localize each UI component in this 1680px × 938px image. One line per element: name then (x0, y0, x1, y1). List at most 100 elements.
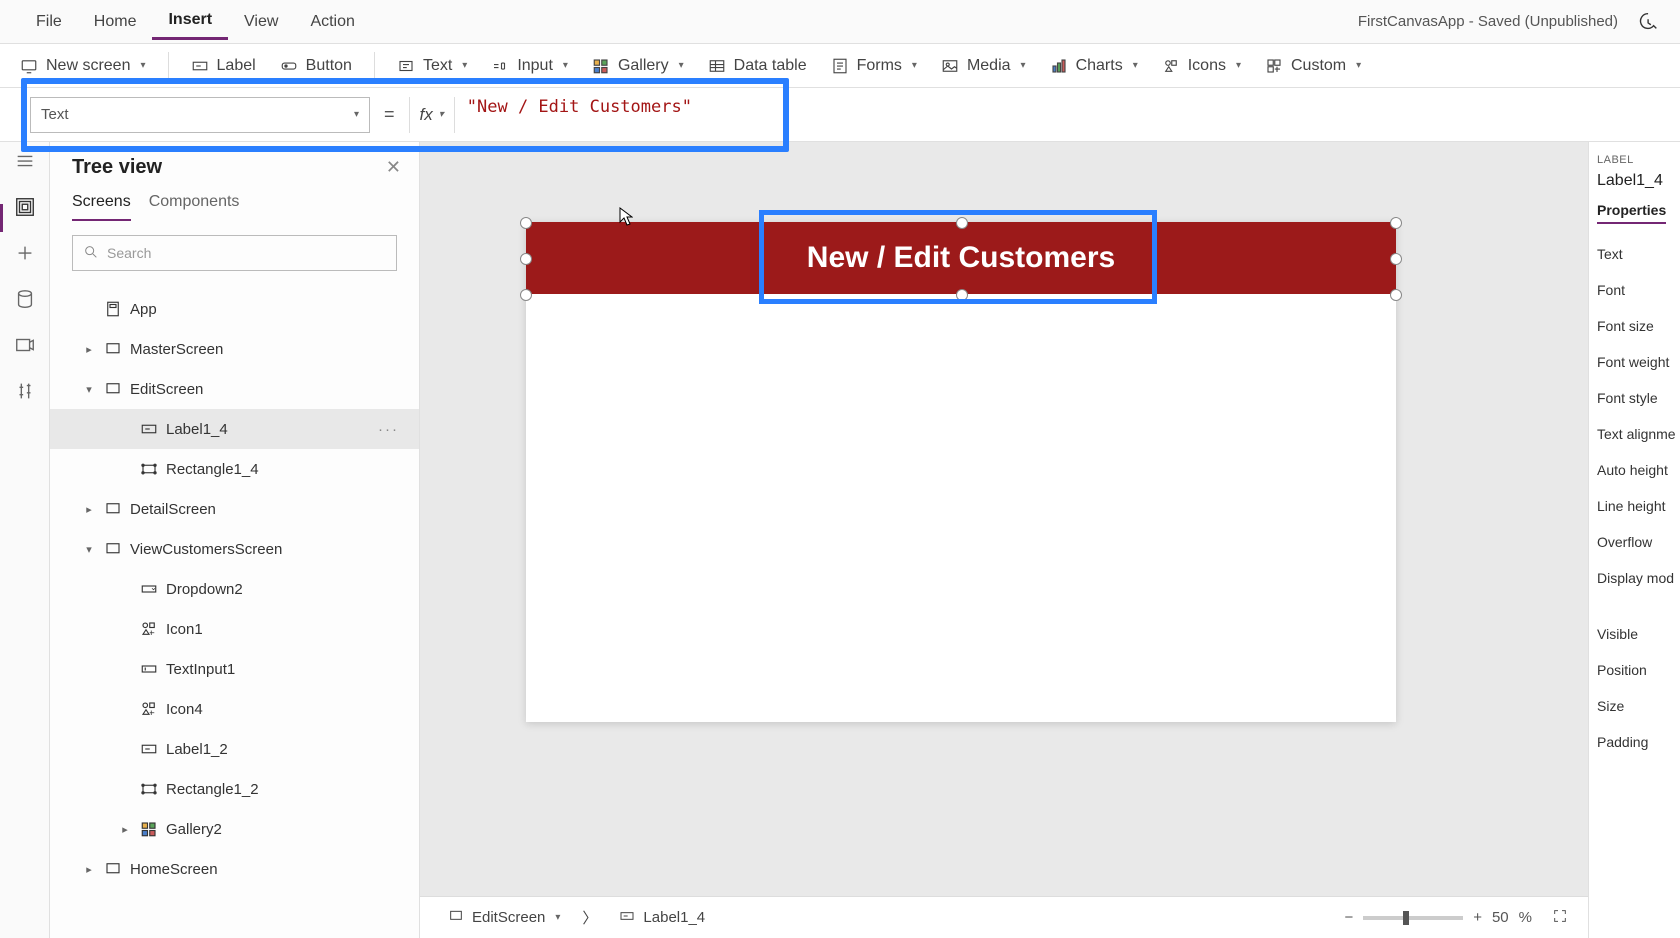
prop-overflow[interactable]: Overflow (1597, 524, 1672, 560)
insert-button-button[interactable]: Button (270, 51, 362, 81)
canvas-area: New / Edit Customers EditScreen ▾ (420, 142, 1588, 938)
tree-item-viewcustomersscreen[interactable]: ▾ ViewCustomersScreen (50, 529, 419, 569)
menu-action[interactable]: Action (294, 5, 370, 39)
insert-gallery-label: Gallery (618, 57, 669, 75)
canvas-rectangle[interactable]: New / Edit Customers (526, 222, 1396, 294)
menu-view[interactable]: View (228, 5, 294, 39)
tree-item-app[interactable]: ▸ App (50, 289, 419, 329)
tab-screens[interactable]: Screens (72, 193, 131, 221)
insert-media-label: Media (967, 57, 1011, 75)
tree-item-icon1[interactable]: ▸ Icon1 (50, 609, 419, 649)
hamburger-icon[interactable] (14, 150, 36, 172)
formula-input[interactable]: "New / Edit Customers" (455, 97, 704, 133)
new-screen-button[interactable]: New screen ▾ (10, 51, 156, 81)
prop-font-style[interactable]: Font style (1597, 380, 1672, 416)
tree-item-masterscreen[interactable]: ▸ MasterScreen (50, 329, 419, 369)
resize-handle[interactable] (520, 289, 532, 301)
close-icon[interactable]: ✕ (386, 157, 401, 178)
prop-font[interactable]: Font (1597, 272, 1672, 308)
chevron-down-icon: ▾ (555, 912, 560, 923)
prop-auto-height[interactable]: Auto height (1597, 452, 1672, 488)
insert-gallery-button[interactable]: Gallery ▾ (582, 51, 694, 81)
prop-display-mode[interactable]: Display mod (1597, 560, 1672, 596)
insert-media-button[interactable]: Media ▾ (931, 51, 1036, 81)
menu-insert[interactable]: Insert (152, 3, 228, 40)
prop-font-size[interactable]: Font size (1597, 308, 1672, 344)
breadcrumb-screen[interactable]: EditScreen ▾ (440, 904, 568, 932)
tree-item-icon4[interactable]: ▸ Icon4 (50, 689, 419, 729)
prop-font-weight[interactable]: Font weight (1597, 344, 1672, 380)
tree-item-dropdown2[interactable]: ▸ Dropdown2 (50, 569, 419, 609)
property-dropdown[interactable]: Text ▾ (30, 97, 370, 133)
fx-label: fx (420, 105, 433, 125)
breadcrumb-element[interactable]: Label1_4 (611, 904, 713, 932)
menu-home[interactable]: Home (78, 5, 153, 39)
resize-handle[interactable] (520, 217, 532, 229)
zoom-slider[interactable] (1363, 916, 1463, 920)
formula-input-rest[interactable] (704, 97, 1670, 133)
tree-item-label: TextInput1 (166, 661, 235, 678)
insert-forms-button[interactable]: Forms ▾ (821, 51, 927, 81)
media-rail-icon[interactable] (14, 334, 36, 356)
screen-icon (20, 57, 38, 75)
tree-item-rectangle1-4[interactable]: ▸ Rectangle1_4 (50, 449, 419, 489)
prop-size[interactable]: Size (1597, 688, 1672, 724)
expand-icon[interactable]: ▸ (82, 503, 96, 516)
chevron-down-icon: ▾ (1236, 60, 1241, 71)
expand-icon[interactable]: ▸ (82, 863, 96, 876)
menu-file[interactable]: File (20, 5, 78, 39)
tree-item-gallery2[interactable]: ▸ Gallery2 (50, 809, 419, 849)
insert-text-button[interactable]: Text ▾ (387, 51, 477, 81)
tree-item-editscreen[interactable]: ▾ EditScreen (50, 369, 419, 409)
tree-item-rectangle1-2[interactable]: ▸ Rectangle1_2 (50, 769, 419, 809)
diagnostics-icon[interactable] (1638, 11, 1660, 33)
zoom-slider-thumb[interactable] (1403, 911, 1409, 925)
datatable-icon (708, 57, 726, 75)
tree-view-title: Tree view (72, 156, 162, 179)
insert-charts-button[interactable]: Charts ▾ (1040, 51, 1148, 81)
tree-item-homescreen[interactable]: ▸ HomeScreen (50, 849, 419, 889)
expand-icon[interactable]: ▸ (82, 343, 96, 356)
tree-item-textinput1[interactable]: ▸ TextInput1 (50, 649, 419, 689)
prop-visible[interactable]: Visible (1597, 616, 1672, 652)
resize-handle[interactable] (520, 253, 532, 265)
menu-bar: File Home Insert View Action FirstCanvas… (0, 0, 1680, 44)
insert-custom-button[interactable]: Custom ▾ (1255, 51, 1371, 81)
resize-handle[interactable] (1390, 289, 1402, 301)
prop-padding[interactable]: Padding (1597, 724, 1672, 760)
add-icon[interactable] (14, 242, 36, 264)
insert-datatable-button[interactable]: Data table (698, 51, 817, 81)
resize-handle[interactable] (1390, 217, 1402, 229)
prop-position[interactable]: Position (1597, 652, 1672, 688)
tree-item-label1-2[interactable]: ▸ Label1_2 (50, 729, 419, 769)
resize-handle[interactable] (1390, 253, 1402, 265)
tree-item-label: EditScreen (130, 381, 203, 398)
prop-text-align[interactable]: Text alignme (1597, 416, 1672, 452)
advanced-tools-icon[interactable] (14, 380, 36, 402)
collapse-icon[interactable]: ▾ (82, 543, 96, 556)
label-icon (140, 740, 158, 758)
prop-line-height[interactable]: Line height (1597, 488, 1672, 524)
tree-view-icon[interactable] (14, 196, 36, 218)
properties-tab[interactable]: Properties (1597, 202, 1666, 224)
screen-icon (104, 540, 122, 558)
collapse-icon[interactable]: ▾ (82, 383, 96, 396)
expand-icon[interactable]: ▸ (118, 823, 132, 836)
zoom-out-button[interactable]: − (1344, 909, 1353, 926)
tab-components[interactable]: Components (149, 193, 240, 221)
chevron-down-icon: ▾ (462, 60, 467, 71)
fullscreen-icon[interactable] (1552, 908, 1568, 928)
resize-handle[interactable] (956, 289, 968, 301)
prop-text[interactable]: Text (1597, 236, 1672, 272)
insert-input-button[interactable]: Input ▾ (481, 51, 578, 81)
insert-label-button[interactable]: Label (181, 51, 266, 81)
data-icon[interactable] (14, 288, 36, 310)
more-icon[interactable]: ··· (378, 421, 399, 438)
tree-item-label1-4[interactable]: ▸ Label1_4 ··· (50, 409, 419, 449)
resize-handle[interactable] (956, 217, 968, 229)
tree-item-detailscreen[interactable]: ▸ DetailScreen (50, 489, 419, 529)
search-input[interactable]: Search (72, 235, 397, 271)
insert-icons-button[interactable]: Icons ▾ (1152, 51, 1251, 81)
fx-button[interactable]: fx ▾ (409, 97, 455, 133)
zoom-in-button[interactable]: + (1473, 909, 1482, 926)
